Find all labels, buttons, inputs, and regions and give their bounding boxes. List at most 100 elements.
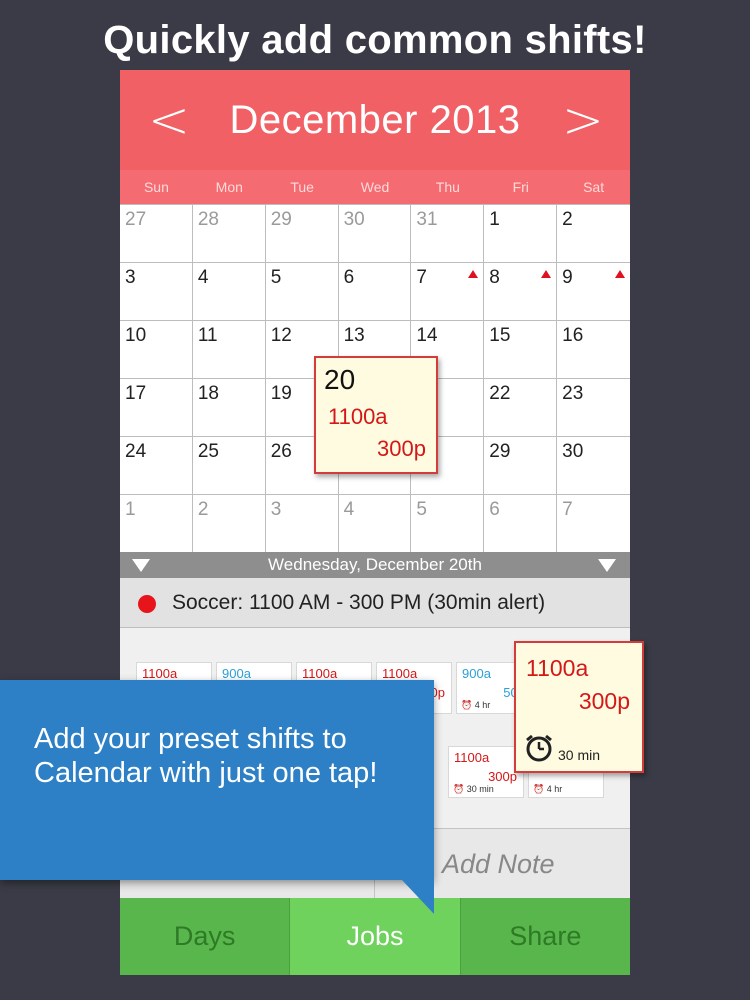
headline: Quickly add common shifts! [103, 18, 647, 62]
day-number: 29 [270, 209, 292, 230]
calendar-day[interactable]: 16 [557, 321, 630, 379]
calendar-header: < December 2013 > [120, 70, 630, 170]
calendar-day[interactable]: 18 [192, 379, 266, 437]
day-number: 16 [562, 325, 584, 346]
day-number: 12 [270, 325, 292, 346]
calendar-day[interactable]: 10 [120, 321, 193, 379]
calendar-day[interactable]: 5 [265, 263, 339, 321]
day-number: 2 [562, 209, 573, 230]
shift-start: 1100a [454, 750, 490, 765]
day-number: 14 [416, 325, 438, 346]
tab-share[interactable]: Share [461, 898, 630, 975]
event-row[interactable]: Soccer: 1100 AM - 300 PM (30min alert) [120, 578, 630, 628]
calendar-day[interactable]: 2 [192, 495, 266, 553]
event-marker-icon [614, 270, 625, 278]
selected-date-label: Wednesday, December 20th [268, 555, 482, 574]
calendar-day[interactable]: 3 [120, 263, 193, 321]
calendar-day[interactable]: 2 [557, 205, 630, 263]
calendar-day[interactable]: 11 [192, 321, 266, 379]
day-number: 5 [416, 499, 427, 520]
alarm-clock-icon [526, 734, 552, 762]
alarm-clock-icon: ⏰ [461, 700, 475, 710]
calendar-day[interactable]: 6 [338, 263, 412, 321]
calendar-day[interactable]: 27 [120, 205, 193, 263]
day-number: 23 [562, 383, 584, 404]
selected-date-bar[interactable]: Wednesday, December 20th [120, 552, 630, 578]
calendar-day[interactable]: 22 [484, 379, 558, 437]
calendar-day[interactable]: 30 [338, 205, 412, 263]
preset-shift-card[interactable]: 1100a 300p ⏰ 30 min [448, 746, 524, 798]
day-number: 10 [125, 325, 147, 346]
month-title: December 2013 [229, 98, 521, 142]
day-number: 13 [343, 325, 365, 346]
day-number: 6 [489, 499, 500, 520]
selected-day-popup[interactable]: 20 1100a 300p [314, 356, 438, 474]
weekday-label: Fri [512, 179, 529, 195]
calendar-day[interactable]: 24 [120, 437, 193, 495]
dragged-shift-popup[interactable]: 1100a 300p 30 min [514, 641, 644, 773]
calendar-day[interactable]: 25 [192, 437, 266, 495]
promo-callout: Add your preset shifts to Calendar with … [0, 680, 434, 880]
day-number: 4 [197, 267, 209, 288]
tab-jobs[interactable]: Jobs [290, 898, 461, 975]
calendar-day[interactable]: 6 [484, 495, 558, 553]
calendar-day[interactable]: 7 [557, 495, 630, 553]
calendar-day[interactable]: 29 [265, 205, 339, 263]
day-number: 22 [489, 383, 511, 404]
day-number: 31 [416, 209, 438, 230]
weekday-label: Sat [583, 179, 605, 195]
shift-alert: ⏰ 4 hr [461, 700, 490, 711]
day-number: 7 [416, 267, 427, 288]
collapse-arrow-icon[interactable] [132, 559, 150, 572]
selected-day-start: 1100a [328, 404, 388, 429]
day-number: 29 [489, 441, 511, 462]
calendar-day[interactable]: 4 [192, 263, 266, 321]
shift-popup-end: 300p [578, 688, 630, 714]
day-number: 15 [489, 325, 511, 346]
calendar-day[interactable]: 8 [484, 263, 558, 321]
calendar-day[interactable]: 23 [557, 379, 630, 437]
day-number: 7 [562, 499, 573, 520]
calendar-day[interactable]: 28 [192, 205, 266, 263]
calendar-day[interactable]: 7 [411, 263, 485, 321]
calendar-day[interactable]: 31 [411, 205, 485, 263]
calendar-day[interactable]: 17 [120, 379, 193, 437]
calendar-day[interactable]: 1 [120, 495, 193, 553]
shift-start: 1100a [382, 666, 418, 681]
shift-popup-alert: 30 min [558, 747, 601, 763]
day-number: 18 [197, 383, 219, 404]
expand-arrow-icon[interactable] [598, 559, 616, 572]
calendar-day[interactable]: 5 [411, 495, 485, 553]
day-number: 8 [489, 267, 500, 288]
day-number: 1 [125, 499, 136, 520]
shift-start: 1100a [142, 666, 178, 681]
day-number: 2 [197, 499, 209, 520]
day-number: 24 [125, 441, 147, 462]
calendar-day[interactable]: 30 [557, 437, 630, 495]
calendar-day[interactable]: 4 [338, 495, 412, 553]
calendar-day[interactable]: 15 [484, 321, 558, 379]
selected-day-number: 20 [324, 364, 356, 395]
calendar-day[interactable]: 29 [484, 437, 558, 495]
alarm-clock-icon: ⏰ [453, 784, 467, 794]
weekday-header: Sun Mon Tue Wed Thu Fri Sat [120, 170, 630, 204]
weekday-label: Thu [435, 179, 460, 195]
day-number: 3 [270, 499, 282, 520]
calendar-day[interactable]: 1 [484, 205, 558, 263]
calendar-day[interactable]: 9 [557, 263, 630, 321]
weekday-label: Wed [360, 179, 390, 195]
event-text: Soccer: 1100 AM - 300 PM (30min alert) [172, 591, 546, 614]
add-note-button[interactable]: Add Note [442, 849, 555, 880]
selected-day-end: 300p [377, 436, 426, 461]
calendar-day[interactable]: 3 [265, 495, 339, 553]
next-month-button[interactable]: > [562, 92, 604, 148]
day-number: 4 [343, 499, 355, 520]
day-number: 28 [197, 209, 219, 230]
weekday-label: Sun [143, 179, 169, 195]
event-marker-icon [468, 270, 479, 278]
shift-alert: ⏰ 30 min [453, 784, 494, 795]
tab-days[interactable]: Days [120, 898, 291, 975]
day-number: 19 [270, 383, 292, 404]
shift-start: 900a [222, 666, 251, 681]
day-number: 17 [125, 383, 147, 404]
